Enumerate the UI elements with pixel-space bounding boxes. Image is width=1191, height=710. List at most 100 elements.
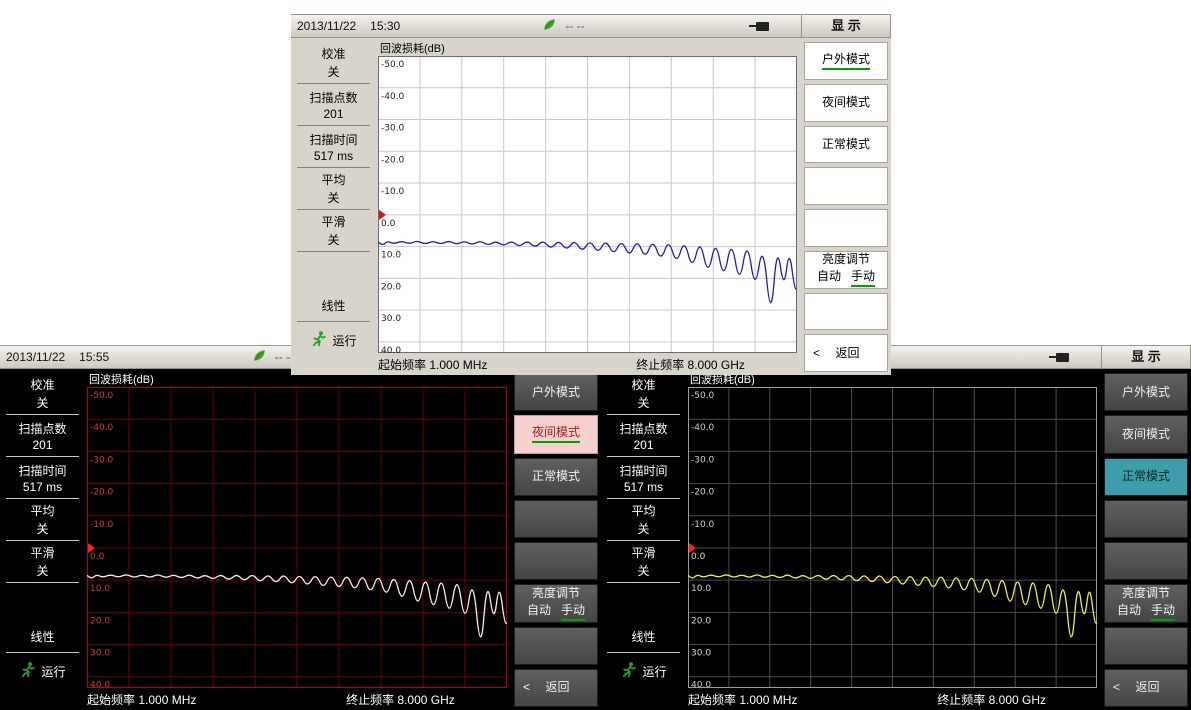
screen-outdoor-mode: 2013/11/22 15:30 -- -- 校准 关 扫描点数 [291, 14, 891, 375]
menu-slot-empty [804, 293, 888, 331]
menu-button-back[interactable]: < 返回 [804, 334, 888, 372]
sidebar-item-value: 201 [607, 438, 680, 452]
running-man-icon [310, 330, 327, 350]
menu-slot-empty [1104, 542, 1188, 580]
svg-text:-20.0: -20.0 [381, 155, 405, 165]
menu-slot-empty [804, 167, 888, 205]
sidebar-item-linear[interactable]: 线性 [297, 290, 370, 322]
svg-text:30.0: 30.0 [381, 314, 401, 324]
sidebar-item-value: 关 [6, 394, 79, 411]
sidebar-item-value: 关 [607, 394, 680, 411]
settings-sidebar: 校准 关 扫描点数 201 扫描时间 517 ms 平均 关 [0, 369, 85, 688]
stop-frequency-label: 终止频率 8.000 GHz [636, 356, 745, 373]
sidebar-item-label: 扫描时间 [297, 131, 370, 148]
sidebar-item-calibration[interactable]: 校准 关 [6, 373, 79, 415]
run-status[interactable]: 运行 [0, 653, 85, 689]
sidebar-item-smoothing[interactable]: 平滑 关 [607, 541, 680, 583]
sidebar-item-sweep-time[interactable]: 扫描时间 517 ms [6, 457, 79, 499]
svg-text:-50.0: -50.0 [90, 391, 114, 401]
sidebar-item-smoothing[interactable]: 平滑 关 [6, 541, 79, 583]
display-menu: 户外模式 夜间模式 正常模式 亮度调节 自动 手动 [801, 38, 891, 375]
back-arrow-icon: < [813, 346, 820, 361]
brightness-manual-option[interactable]: 手动 [561, 603, 585, 621]
menu-button-brightness[interactable]: 亮度调节 自动 手动 [1104, 584, 1188, 622]
brightness-auto-option[interactable]: 自动 [1117, 603, 1141, 621]
menu-button-outdoor-mode[interactable]: 户外模式 [1104, 373, 1188, 411]
menu-button-night-mode[interactable]: 夜间模式 [514, 415, 598, 453]
brightness-auto-option[interactable]: 自动 [817, 269, 841, 287]
menu-button-normal-mode[interactable]: 正常模式 [804, 126, 888, 164]
run-status[interactable]: 运行 [601, 653, 686, 689]
svg-text:10.0: 10.0 [90, 584, 110, 594]
sidebar-item-label: 平滑 [6, 544, 79, 561]
sidebar-item-sweep-points[interactable]: 扫描点数 201 [6, 415, 79, 457]
menu-button-back[interactable]: < 返回 [1104, 669, 1188, 707]
menu-button-normal-mode[interactable]: 正常模式 [514, 458, 598, 496]
sidebar-item-label: 扫描点数 [297, 89, 370, 106]
menu-button-back[interactable]: < 返回 [514, 669, 598, 707]
svg-text:30.0: 30.0 [90, 649, 110, 659]
menu-slot-empty [514, 542, 598, 580]
sidebar-item-smoothing[interactable]: 平滑 关 [297, 210, 370, 252]
start-frequency-label: 起始频率 1.000 MHz [87, 691, 196, 708]
run-label: 运行 [41, 663, 65, 680]
display-menu: 户外模式 夜间模式 正常模式 亮度调节 自动 手动 [511, 369, 601, 710]
svg-text:-40.0: -40.0 [691, 423, 715, 433]
svg-text:-20.0: -20.0 [90, 488, 114, 498]
back-arrow-icon: < [523, 680, 530, 695]
menu-button-outdoor-mode[interactable]: 户外模式 [804, 42, 888, 80]
brightness-auto-option[interactable]: 自动 [527, 603, 551, 621]
sidebar-item-sweep-points[interactable]: 扫描点数 201 [297, 84, 370, 126]
battery-icon [1049, 353, 1069, 362]
sidebar-item-sweep-time[interactable]: 扫描时间 517 ms [607, 457, 680, 499]
date-label: 2013/11/22 [6, 350, 65, 364]
return-loss-plot: -50.0-40.0-30.0-20.0-10.00.010.020.030.0… [378, 56, 797, 353]
battery-icon [749, 22, 769, 31]
sidebar-item-average[interactable]: 平均 关 [607, 499, 680, 541]
menu-button-night-mode[interactable]: 夜间模式 [1104, 415, 1188, 453]
menu-button-outdoor-mode[interactable]: 户外模式 [514, 373, 598, 411]
running-man-icon [620, 661, 637, 681]
linear-label: 线性 [321, 297, 345, 314]
display-menu: 户外模式 夜间模式 正常模式 亮度调节 自动 手动 [1101, 369, 1191, 710]
sidebar-item-label: 校准 [297, 45, 370, 62]
stop-frequency-label: 终止频率 8.000 GHz [937, 691, 1046, 708]
sidebar-item-label: 平均 [607, 502, 680, 519]
sidebar-item-calibration[interactable]: 校准 关 [607, 373, 680, 415]
sidebar-item-sweep-points[interactable]: 扫描点数 201 [607, 415, 680, 457]
svg-text:0.0: 0.0 [90, 552, 105, 562]
run-label: 运行 [332, 332, 356, 349]
svg-text:-30.0: -30.0 [381, 124, 405, 134]
svg-text:30.0: 30.0 [691, 649, 711, 659]
sidebar-item-sweep-time[interactable]: 扫描时间 517 ms [297, 126, 370, 168]
svg-text:-40.0: -40.0 [90, 423, 114, 433]
sidebar-item-calibration[interactable]: 校准 关 [297, 42, 370, 84]
menu-button-normal-mode[interactable]: 正常模式 [1104, 458, 1188, 496]
signal-label: -- -- [565, 19, 584, 33]
start-frequency-label: 起始频率 1.000 MHz [378, 356, 487, 373]
svg-text:-40.0: -40.0 [381, 92, 405, 102]
sidebar-item-average[interactable]: 平均 关 [6, 499, 79, 541]
page: 2013/11/22 15:55 -- -- 校准 关 扫描点数 [0, 0, 1191, 710]
brightness-manual-option[interactable]: 手动 [1151, 603, 1175, 621]
linear-label: 线性 [30, 628, 54, 645]
sidebar-item-label: 扫描点数 [6, 420, 79, 437]
menu-slot-empty [514, 500, 598, 538]
sidebar-item-linear[interactable]: 线性 [607, 621, 680, 653]
sidebar-item-linear[interactable]: 线性 [6, 621, 79, 653]
menu-button-brightness[interactable]: 亮度调节 自动 手动 [514, 584, 598, 622]
sidebar-spacer [291, 252, 376, 290]
time-label: 15:30 [370, 19, 400, 33]
svg-text:-30.0: -30.0 [691, 455, 715, 465]
sidebar-item-label: 平滑 [297, 213, 370, 230]
brightness-manual-option[interactable]: 手动 [851, 269, 875, 287]
sidebar-item-average[interactable]: 平均 关 [297, 168, 370, 210]
sidebar-item-label: 校准 [607, 376, 680, 393]
sidebar-item-value: 关 [6, 562, 79, 579]
menu-button-night-mode[interactable]: 夜间模式 [804, 84, 888, 122]
svg-text:0.0: 0.0 [691, 552, 706, 562]
menu-button-brightness[interactable]: 亮度调节 自动 手动 [804, 251, 888, 289]
svg-text:10.0: 10.0 [381, 251, 401, 261]
svg-text:20.0: 20.0 [691, 616, 711, 626]
run-status[interactable]: 运行 [291, 322, 376, 358]
